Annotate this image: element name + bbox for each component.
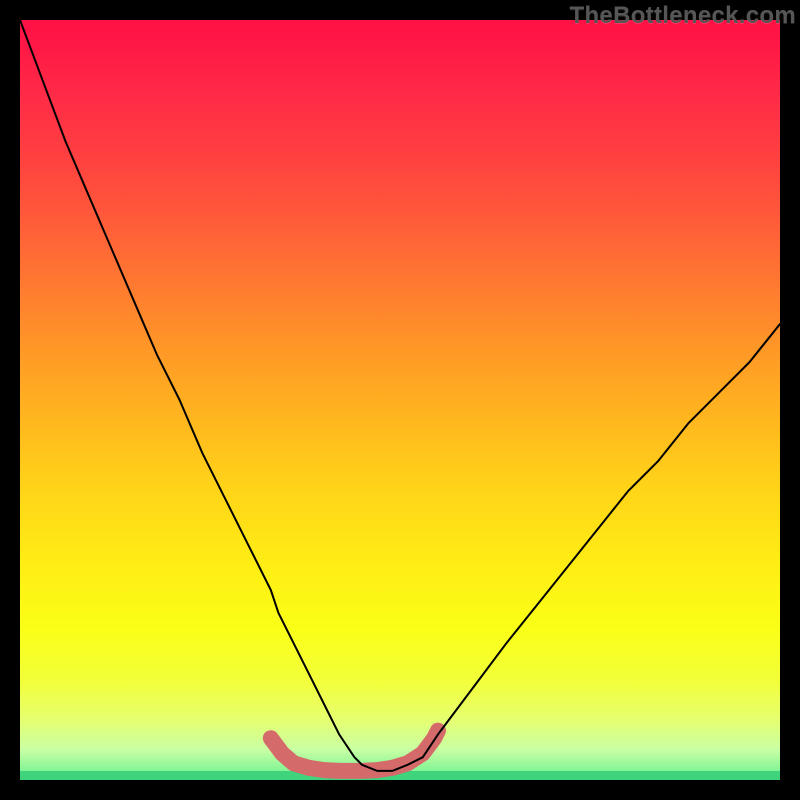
chart-frame: TheBottleneck.com	[0, 0, 800, 800]
curve-layer	[20, 20, 780, 780]
bottom-band-path	[271, 731, 438, 771]
bottleneck-curve-path	[20, 20, 780, 771]
watermark-text: TheBottleneck.com	[570, 2, 796, 30]
plot-area	[20, 20, 780, 780]
